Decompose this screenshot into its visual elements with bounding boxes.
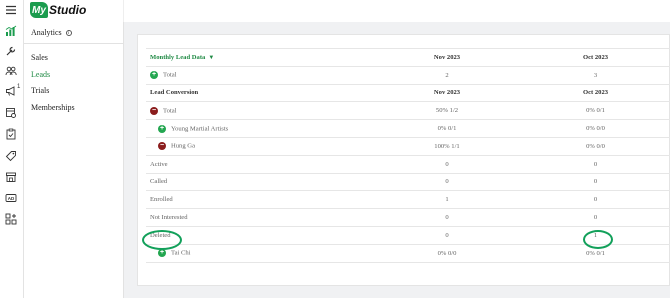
cell-oct: 0: [570, 190, 670, 210]
cell-oct: 0: [570, 155, 670, 174]
cell-nov: 0% 0/0: [324, 244, 570, 263]
cell-nov: 0: [324, 155, 570, 174]
cell-nov: 1: [324, 190, 570, 210]
subnav-item-leads[interactable]: Leads: [24, 67, 123, 84]
bar-chart-icon[interactable]: [4, 24, 18, 38]
users-icon[interactable]: [4, 64, 18, 78]
cell-nov: 0% 0/1: [324, 119, 570, 138]
cell-oct: 0% 0/1: [570, 244, 670, 263]
row-label: Tai Chi: [171, 249, 191, 257]
row-label: Called: [146, 173, 324, 192]
monthly-lead-dropdown[interactable]: Monthly Lead Data ▼: [146, 48, 324, 67]
expand-icon[interactable]: +: [150, 71, 158, 80]
clipboard-icon[interactable]: [4, 127, 18, 141]
lead-conversion-label: Lead Conversion: [146, 84, 324, 103]
chevron-down-icon: ▼: [208, 54, 215, 61]
cell-nov: 2: [324, 66, 570, 85]
table-row: Active 0 0: [146, 155, 670, 174]
cell-nov: 50% 1/2: [324, 101, 570, 121]
subnav-item-trials[interactable]: Trials: [24, 83, 123, 100]
table-row: + Tai Chi 0% 0/0 0% 0/1: [146, 244, 670, 263]
wrench-icon[interactable]: [4, 44, 18, 58]
col-header-nov: Nov 2023: [324, 48, 570, 67]
cell-oct: 0: [570, 208, 670, 227]
row-label: Hung Ga: [171, 142, 195, 150]
svg-text:AD: AD: [8, 196, 15, 201]
row-label: Young Martial Artists: [171, 125, 229, 133]
cell-nov: 100% 1/1: [324, 137, 570, 156]
row-label: Not Interested: [146, 208, 324, 227]
table-row: + Total 2 3: [146, 66, 670, 85]
cell-nov: 0: [324, 226, 570, 245]
mystudio-logo[interactable]: My Studio: [30, 2, 86, 18]
row-label: Active: [146, 155, 324, 174]
col-header-oct: Oct 2023: [570, 84, 670, 103]
subnav-item-memberships[interactable]: Memberships: [24, 100, 123, 117]
logo-word: Studio: [49, 3, 87, 17]
row-label: Enrolled: [146, 190, 324, 210]
cell-oct: 3: [570, 66, 670, 85]
cell-nov: 0: [324, 208, 570, 227]
col-header-oct: Oct 2023: [570, 48, 670, 67]
apps-icon[interactable]: [4, 212, 18, 226]
row-label: Total: [163, 71, 177, 79]
row-label: Total: [163, 107, 177, 115]
row-label: Deleted: [146, 226, 324, 245]
expand-icon[interactable]: +: [158, 249, 166, 258]
col-header-nov: Nov 2023: [324, 84, 570, 103]
cell-oct: 0% 0/1: [570, 101, 670, 121]
collapse-icon[interactable]: −: [150, 106, 158, 115]
logo-area: My Studio: [24, 0, 124, 22]
dropdown-label: Monthly Lead Data: [150, 53, 206, 61]
store-icon[interactable]: [4, 170, 18, 184]
analytics-subnav: Analytics i Sales Leads Trials Membershi…: [24, 22, 124, 298]
table-row: Called 0 0: [146, 173, 670, 192]
table-row: Deleted 0 1: [146, 226, 670, 245]
top-bar: My Studio: [24, 0, 670, 22]
table-row: − Total 50% 1/2 0% 0/1: [146, 101, 670, 121]
menu-icon[interactable]: [4, 3, 18, 17]
table-row: Enrolled 1 0: [146, 190, 670, 210]
monthly-lead-header-row: Monthly Lead Data ▼ Nov 2023 Oct 2023: [146, 48, 670, 67]
icon-rail: 1 AD: [0, 0, 24, 298]
table-row: − Hung Ga 100% 1/1 0% 0/0: [146, 137, 670, 156]
subnav-title: Analytics: [31, 28, 62, 37]
lead-conversion-header-row: Lead Conversion Nov 2023 Oct 2023: [146, 84, 670, 103]
subnav-item-sales[interactable]: Sales: [24, 50, 123, 67]
tag-icon[interactable]: [4, 149, 18, 163]
lead-data-card: Monthly Lead Data ▼ Nov 2023 Oct 2023 + To…: [137, 34, 670, 286]
megaphone-badge: 1: [17, 84, 21, 90]
cell-oct: 0% 0/0: [570, 137, 670, 156]
cell-oct: 0: [570, 173, 670, 192]
cell-oct: 0% 0/0: [570, 119, 670, 138]
ad-icon[interactable]: AD: [4, 191, 18, 205]
info-icon[interactable]: i: [65, 29, 72, 36]
settings-page-icon[interactable]: [4, 106, 18, 120]
logo-badge: My: [30, 2, 48, 18]
cell-oct: 1: [570, 226, 670, 245]
lead-data-table: Monthly Lead Data ▼ Nov 2023 Oct 2023 + To…: [146, 48, 670, 263]
table-row: + Young Martial Artists 0% 0/1 0% 0/0: [146, 119, 670, 138]
subnav-header: Analytics i: [24, 22, 123, 44]
cell-nov: 0: [324, 173, 570, 192]
megaphone-icon[interactable]: [4, 84, 18, 98]
table-row: Not Interested 0 0: [146, 208, 670, 227]
expand-icon[interactable]: +: [158, 124, 166, 133]
collapse-icon[interactable]: −: [158, 142, 166, 151]
